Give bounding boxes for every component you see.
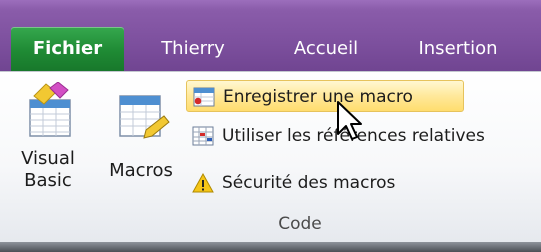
macros-button[interactable]: Macros xyxy=(102,80,180,190)
record-macro-button[interactable]: Enregistrer une macro xyxy=(186,80,464,112)
tab-fichier[interactable]: Fichier xyxy=(11,27,124,71)
code-group-label: Code xyxy=(278,214,322,234)
macros-icon xyxy=(119,95,170,139)
tab-insertion[interactable]: Insertion xyxy=(398,27,518,71)
record-macro-icon xyxy=(193,87,215,107)
tab-thierry[interactable]: Thierry xyxy=(148,27,238,71)
macro-security-label: Sécurité des macros xyxy=(222,173,396,193)
relative-references-icon xyxy=(192,126,214,146)
macro-security-button[interactable]: Sécurité des macros xyxy=(186,167,446,199)
bottom-edge xyxy=(0,242,541,252)
visual-basic-icon xyxy=(29,82,71,137)
visual-basic-button[interactable]: Visual Basic xyxy=(14,80,84,210)
warning-icon xyxy=(192,173,214,193)
record-macro-label: Enregistrer une macro xyxy=(223,87,413,107)
visual-basic-label: Visual Basic xyxy=(21,148,75,191)
mouse-cursor-icon xyxy=(337,101,362,140)
ribbon-tab-bar: Fichier Thierry Accueil Insertion xyxy=(0,0,541,76)
tab-accueil[interactable]: Accueil xyxy=(275,27,377,71)
macros-label: Macros xyxy=(109,160,173,181)
